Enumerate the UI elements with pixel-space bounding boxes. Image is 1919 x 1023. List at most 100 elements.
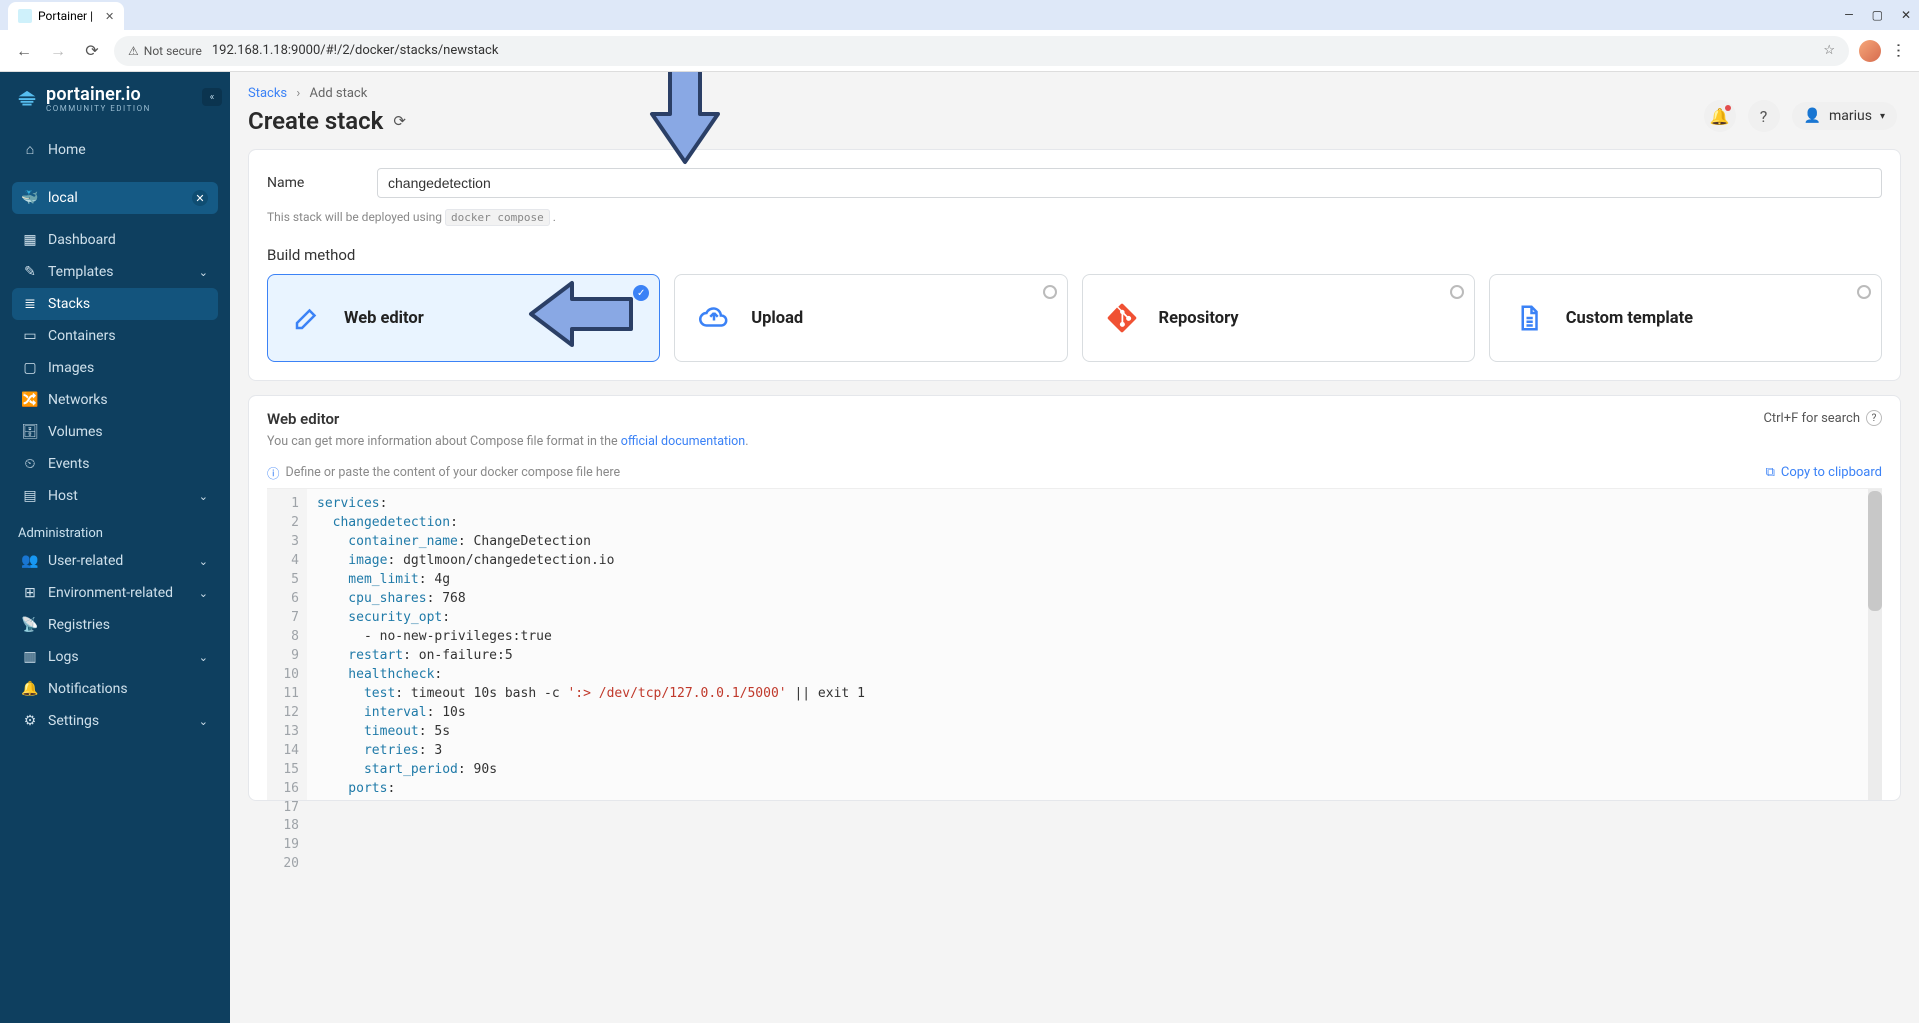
sidebar-item-label: local xyxy=(48,190,78,206)
scrollbar-thumb[interactable] xyxy=(1868,491,1882,611)
env-close-icon[interactable]: ✕ xyxy=(192,190,208,206)
name-label: Name xyxy=(267,175,357,191)
browser-reload-icon[interactable]: ⟳ xyxy=(80,41,104,60)
chevron-down-icon: ⌄ xyxy=(199,651,208,664)
sidebar-item-user-related[interactable]: 👥User-related⌄ xyxy=(12,545,218,577)
copy-icon: ⧉ xyxy=(1766,465,1775,480)
browser-profile-avatar[interactable] xyxy=(1859,40,1881,62)
chevron-down-icon: ⌄ xyxy=(199,587,208,600)
editor-note: You can get more information about Compo… xyxy=(267,434,749,449)
registries-icon: 📡 xyxy=(22,617,38,633)
refresh-icon[interactable]: ⟳ xyxy=(393,112,406,130)
sidebar-item-settings[interactable]: ⚙Settings⌄ xyxy=(12,705,218,737)
users-icon: 👥 xyxy=(22,553,38,569)
sidebar-item-label: Templates xyxy=(48,264,114,280)
brand-text: portainer.io xyxy=(46,86,151,104)
copy-to-clipboard[interactable]: ⧉ Copy to clipboard xyxy=(1766,465,1882,480)
tab-favicon xyxy=(18,9,32,23)
sidebar-item-label: Host xyxy=(48,488,78,504)
sidebar-item-label: Volumes xyxy=(48,424,103,440)
window-minimize-icon[interactable]: — xyxy=(1844,8,1853,22)
bookmark-star-icon[interactable]: ☆ xyxy=(1823,43,1835,58)
sidebar-env-local[interactable]: 🐳 local ✕ xyxy=(12,182,218,214)
window-close-icon[interactable]: ✕ xyxy=(1901,8,1911,22)
official-docs-link[interactable]: official documentation xyxy=(621,434,745,449)
page-title: Create stack ⟳ xyxy=(230,101,1919,149)
help-icon[interactable]: ? xyxy=(1748,100,1780,132)
help-icon[interactable]: ? xyxy=(1866,410,1882,426)
networks-icon: 🔀 xyxy=(22,392,38,408)
portainer-icon xyxy=(16,89,38,111)
radio-icon xyxy=(1450,285,1464,299)
templates-icon: ✎ xyxy=(22,264,38,280)
sidebar: portainer.io COMMUNITY EDITION « ⌂ Home 🐳… xyxy=(0,72,230,1023)
annotation-arrow xyxy=(527,279,637,349)
sidebar-item-volumes[interactable]: 🗄Volumes xyxy=(12,416,218,448)
check-icon: ✓ xyxy=(633,285,649,301)
code-content[interactable]: services: changedetection: container_nam… xyxy=(307,489,1868,800)
home-icon: ⌂ xyxy=(22,141,38,158)
user-menu[interactable]: 👤 marius ▾ xyxy=(1792,102,1897,130)
sidebar-item-label: Home xyxy=(48,142,86,158)
sidebar-item-events[interactable]: ⏲Events xyxy=(12,448,218,480)
edit-icon xyxy=(286,297,328,339)
sidebar-item-images[interactable]: ▢Images xyxy=(12,352,218,384)
sidebar-item-label: Logs xyxy=(48,649,79,665)
sidebar-item-environment-related[interactable]: ⊞Environment-related⌄ xyxy=(12,577,218,609)
name-card: Name This stack will be deployed using d… xyxy=(248,149,1901,381)
dashboard-icon: ▦ xyxy=(22,232,38,248)
security-badge: ⚠Not secure xyxy=(128,44,202,58)
code-editor[interactable]: 1234567891011121314151617181920 services… xyxy=(267,488,1882,800)
breadcrumb-leaf: Add stack xyxy=(310,86,368,101)
browser-back-icon[interactable]: ← xyxy=(12,41,36,61)
line-numbers: 1234567891011121314151617181920 xyxy=(267,489,307,800)
sidebar-item-stacks[interactable]: ≣Stacks xyxy=(12,288,218,320)
stacks-icon: ≣ xyxy=(22,296,38,312)
editor-card: Web editor You can get more information … xyxy=(248,395,1901,801)
sidebar-item-networks[interactable]: 🔀 Networks xyxy=(12,384,218,416)
breadcrumb-root[interactable]: Stacks xyxy=(248,86,287,101)
stack-name-input[interactable] xyxy=(377,168,1882,198)
sidebar-item-containers[interactable]: ▭Containers xyxy=(12,320,218,352)
host-icon: ▤ xyxy=(22,488,38,504)
sidebar-item-dashboard[interactable]: ▦Dashboard xyxy=(12,224,218,256)
url-text: 192.168.1.18:9000/#!/2/docker/stacks/new… xyxy=(212,43,499,58)
brand-logo: portainer.io COMMUNITY EDITION xyxy=(0,72,230,129)
window-maximize-icon[interactable]: ▢ xyxy=(1872,8,1883,22)
build-method-web-editor[interactable]: ✓ Web editor xyxy=(267,274,660,362)
notif-dot-icon xyxy=(1725,105,1731,111)
browser-forward-icon[interactable]: → xyxy=(46,41,70,61)
sidebar-admin-header: Administration xyxy=(0,512,230,545)
build-method-repository[interactable]: Repository xyxy=(1082,274,1475,362)
tab-close-icon[interactable]: ✕ xyxy=(105,10,114,23)
sidebar-item-host[interactable]: ▤Host⌄ xyxy=(12,480,218,512)
tab-title: Portainer | xyxy=(38,9,93,23)
sidebar-item-label: Settings xyxy=(48,713,99,729)
window-controls: — ▢ ✕ xyxy=(1844,8,1911,22)
build-method-custom-template[interactable]: Custom template xyxy=(1489,274,1882,362)
notifications-icon[interactable]: 🔔 xyxy=(1704,100,1736,132)
user-icon: 👤 xyxy=(1804,108,1821,124)
images-icon: ▢ xyxy=(22,360,38,376)
deploy-note: This stack will be deployed using docker… xyxy=(267,210,1882,224)
sidebar-item-templates[interactable]: ✎Templates⌄ xyxy=(12,256,218,288)
radio-icon xyxy=(1043,285,1057,299)
ctrlf-hint: Ctrl+F for search ? xyxy=(1763,410,1882,426)
chevron-down-icon: ⌄ xyxy=(199,715,208,728)
sidebar-item-registries[interactable]: 📡Registries xyxy=(12,609,218,641)
brand-sub: COMMUNITY EDITION xyxy=(46,104,151,113)
deploy-cmd-code: docker compose xyxy=(445,209,550,226)
build-method-upload[interactable]: Upload xyxy=(674,274,1067,362)
browser-menu-icon[interactable]: ⋯ xyxy=(1890,43,1909,59)
sidebar-collapse-icon[interactable]: « xyxy=(202,88,222,106)
browser-tab[interactable]: Portainer | ✕ xyxy=(8,2,124,30)
git-icon xyxy=(1101,297,1143,339)
sidebar-item-label: Networks xyxy=(48,392,108,408)
editor-scrollbar[interactable] xyxy=(1868,489,1882,800)
chevron-down-icon: ▾ xyxy=(1880,111,1885,122)
sidebar-item-home[interactable]: ⌂ Home xyxy=(12,133,218,166)
address-bar[interactable]: ⚠Not secure 192.168.1.18:9000/#!/2/docke… xyxy=(114,36,1849,66)
main-content: Stacks › Add stack Create stack ⟳ 🔔 ? 👤 … xyxy=(230,72,1919,1023)
sidebar-item-logs[interactable]: ▥Logs⌄ xyxy=(12,641,218,673)
sidebar-item-notifications[interactable]: 🔔Notifications xyxy=(12,673,218,705)
